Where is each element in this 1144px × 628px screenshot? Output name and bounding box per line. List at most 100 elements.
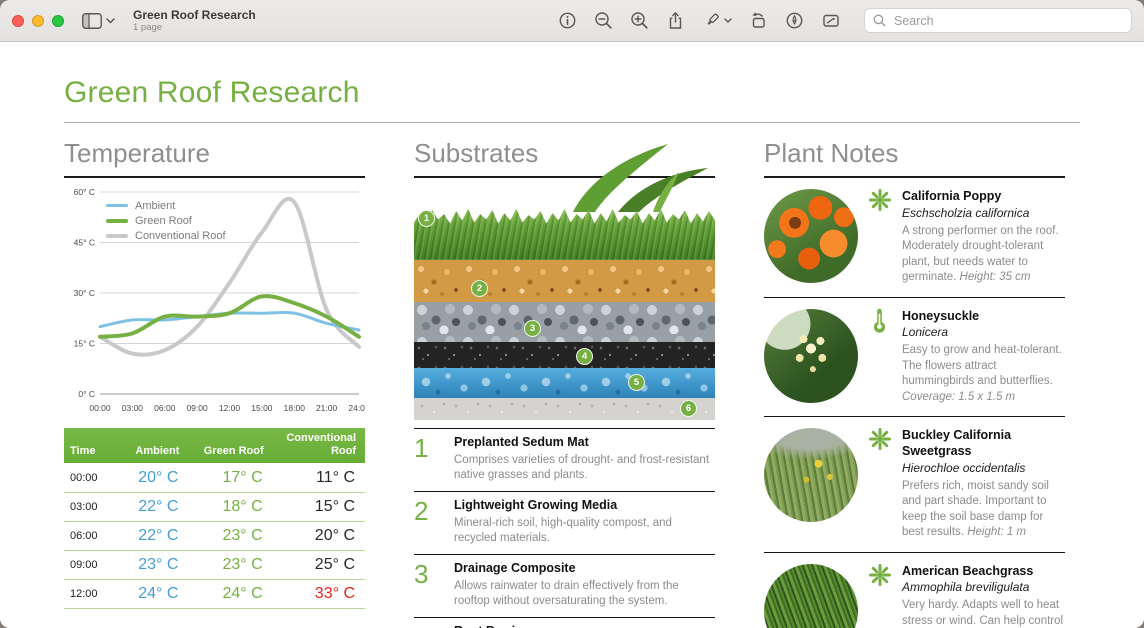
- sidebar-icon: [82, 13, 102, 29]
- sign-pen-icon: [821, 11, 841, 30]
- markup-toolbar-button[interactable]: [785, 11, 804, 30]
- zoom-in-button[interactable]: [630, 11, 649, 30]
- sidebar-chevron-button[interactable]: [106, 18, 115, 24]
- zoom-button[interactable]: [52, 15, 64, 27]
- substrate-diagram: 1 2 3 4 5 6: [414, 208, 715, 420]
- cell-ambient: 20° C: [110, 463, 188, 492]
- document-page: Green Roof Research Temperature 60° C45°…: [0, 42, 1144, 628]
- list-item-title: Drainage Composite: [454, 561, 715, 576]
- highlight-menu-button[interactable]: [724, 18, 732, 23]
- cell-green-roof: 23° C: [188, 521, 272, 550]
- substrates-section: Substrates 1 2 3 4: [414, 139, 715, 628]
- titlebar: Green Roof Research 1 page: [0, 0, 1144, 42]
- plant-photo-honeysuckle: [764, 309, 858, 403]
- svg-text:45° C: 45° C: [74, 237, 95, 247]
- table-row: 00:00 20° C 17° C 11° C: [64, 463, 365, 492]
- list-item-number: 4: [414, 624, 454, 628]
- cell-conventional: 20° C: [273, 521, 365, 550]
- plant-entry: Honeysuckle Lonicera Easy to grow and he…: [764, 297, 1065, 417]
- share-button[interactable]: [666, 11, 685, 30]
- substrate-badge: 5: [628, 374, 645, 391]
- sidebar-toggle-button[interactable]: [82, 13, 102, 29]
- substrate-badge: 4: [576, 348, 593, 365]
- cell-ambient: 24° C: [110, 579, 188, 608]
- minimize-button[interactable]: [32, 15, 44, 27]
- cell-green-roof: 18° C: [188, 492, 272, 521]
- plant-entry: California Poppy Eschscholzia californic…: [764, 178, 1065, 297]
- list-item-description: Comprises varieties of drought- and fros…: [454, 453, 715, 483]
- fill-sign-button[interactable]: [821, 11, 841, 30]
- sun-icon: [868, 427, 892, 451]
- window-title-block: Green Roof Research 1 page: [133, 8, 256, 34]
- cell-conventional: 25° C: [273, 550, 365, 579]
- plant-description: Very hardy. Adapts well to heat stress o…: [902, 598, 1065, 628]
- svg-text:24:00: 24:00: [348, 403, 365, 413]
- search-icon: [873, 14, 886, 27]
- window-subtitle: 1 page: [133, 22, 256, 33]
- plant-description: A strong performer on the roof. Moderate…: [902, 224, 1065, 286]
- plant-metric: Coverage: 1.5 x 1.5 m: [902, 391, 1015, 403]
- substrate-layer-2: [414, 260, 715, 302]
- plant-name: Buckley California Sweetgrass: [902, 428, 1065, 459]
- preview-window: Green Roof Research 1 page: [0, 0, 1144, 628]
- legend-label: Conventional Roof: [135, 230, 226, 242]
- substrate-badge: 6: [680, 400, 697, 417]
- svg-text:30° C: 30° C: [74, 288, 95, 298]
- plant-notes-heading: Plant Notes: [764, 139, 1065, 178]
- list-item-number: 3: [414, 561, 454, 609]
- svg-text:15° C: 15° C: [74, 338, 95, 348]
- info-button[interactable]: [558, 11, 577, 30]
- info-icon: [558, 11, 577, 30]
- rotate-left-button[interactable]: [749, 11, 768, 30]
- plant-latin-name: Eschscholzia californica: [902, 206, 1065, 220]
- legend-swatch-green-roof: [106, 219, 128, 223]
- plant-name: Honeysuckle: [902, 309, 1065, 325]
- cell-ambient: 22° C: [110, 492, 188, 521]
- list-item-number: 1: [414, 435, 454, 483]
- list-item: 4 Root Barrier Keeps roots from penetrat…: [414, 617, 715, 628]
- list-item: 3 Drainage Composite Allows rainwater to…: [414, 554, 715, 617]
- highlight-button[interactable]: [702, 11, 721, 30]
- markup-pencil-icon: [785, 11, 804, 30]
- plant-name: California Poppy: [902, 189, 1065, 205]
- highlighter-icon: [702, 11, 721, 30]
- cell-conventional: 15° C: [273, 492, 365, 521]
- list-item-description: Mineral-rich soil, high-quality compost,…: [454, 516, 715, 546]
- temperature-section: Temperature 60° C45° C30° C15° C0° C00:0…: [64, 139, 365, 628]
- plant-entry: American Beachgrass Ammophila breviligul…: [764, 552, 1065, 628]
- chart-legend: Ambient Green Roof Conventional Roof: [106, 200, 226, 245]
- plant-description: Easy to grow and heat-tolerant. The flow…: [902, 343, 1065, 405]
- legend-label: Green Roof: [135, 215, 192, 227]
- svg-text:15:00: 15:00: [251, 403, 273, 413]
- substrate-layer-5: [414, 368, 715, 398]
- svg-text:06:00: 06:00: [154, 403, 176, 413]
- cell-time: 12:00: [64, 579, 110, 608]
- chevron-down-icon: [106, 18, 115, 24]
- substrate-list: 1 Preplanted Sedum Mat Comprises varieti…: [414, 428, 715, 628]
- cell-green-roof: 23° C: [188, 550, 272, 579]
- search-input[interactable]: [892, 13, 1123, 29]
- zoom-out-button[interactable]: [594, 11, 613, 30]
- plant-notes-section: Plant Notes California Poppy Eschscholzi…: [764, 139, 1065, 628]
- temperature-heading: Temperature: [64, 139, 365, 178]
- svg-text:60° C: 60° C: [74, 187, 95, 197]
- window-title: Green Roof Research: [133, 8, 256, 22]
- search-field[interactable]: [864, 8, 1132, 33]
- cell-time: 06:00: [64, 521, 110, 550]
- legend-swatch-conventional-roof: [106, 234, 128, 238]
- list-item-title: Preplanted Sedum Mat: [454, 435, 715, 450]
- substrate-layer-4: [414, 342, 715, 368]
- share-icon: [666, 11, 685, 30]
- cell-conventional: 11° C: [273, 463, 365, 492]
- cell-green-roof: 24° C: [188, 579, 272, 608]
- substrate-layer-1: [414, 208, 715, 260]
- thermometer-icon: [868, 308, 892, 334]
- plant-photo-california-poppy: [764, 189, 858, 283]
- plant-photo-beachgrass: [764, 564, 858, 628]
- col-header-conventional-roof: Conventional Roof: [273, 428, 365, 463]
- cell-time: 03:00: [64, 492, 110, 521]
- list-item: 2 Lightweight Growing Media Mineral-rich…: [414, 491, 715, 554]
- close-button[interactable]: [12, 15, 24, 27]
- zoom-in-icon: [630, 11, 649, 30]
- list-item-title: Root Barrier: [454, 624, 715, 628]
